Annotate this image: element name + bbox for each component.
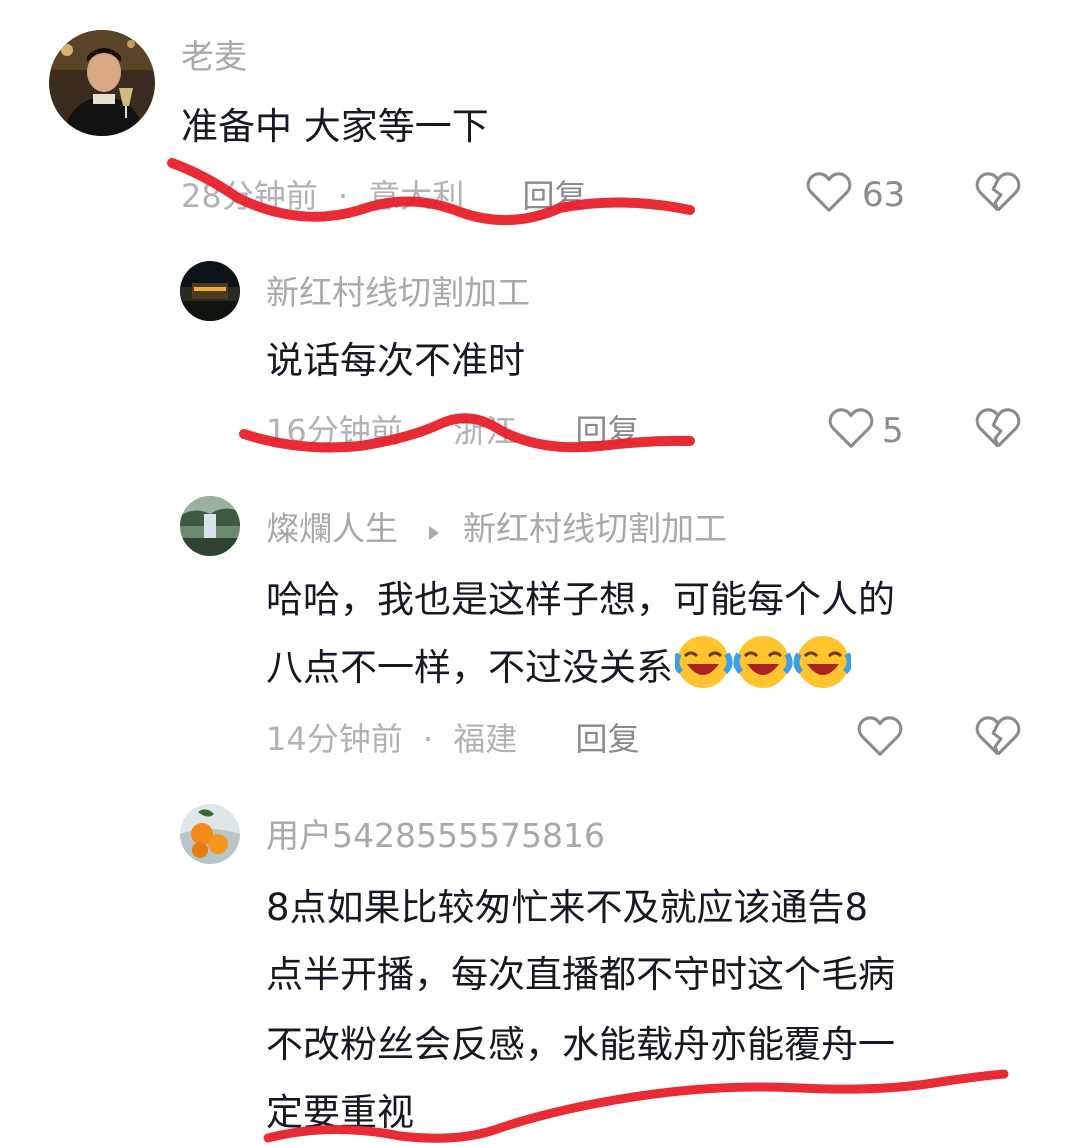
avatar[interactable] — [180, 261, 240, 321]
comment-text: 说话每次不准时 — [266, 339, 525, 382]
comment-text-line: 8点如果比较匆忙来不及就应该通告8 — [266, 886, 869, 929]
comment-text-line: 不改粉丝会反感，水能载舟亦能覆舟一 — [266, 1023, 895, 1066]
broken-heart-icon[interactable] — [975, 715, 1021, 759]
avatar[interactable] — [180, 804, 240, 864]
comment-text-line: 八点不一样，不过没关系 — [266, 634, 853, 711]
avatar[interactable] — [49, 30, 155, 136]
like-count: 5 — [882, 411, 904, 451]
reply-button[interactable]: 回复 — [522, 177, 586, 215]
heart-outline-icon[interactable] — [806, 171, 852, 215]
heart-outline-icon[interactable] — [828, 407, 874, 451]
reply-button[interactable]: 回复 — [575, 720, 639, 758]
laugh-cry-emoji — [673, 634, 853, 711]
like-count: 63 — [862, 175, 906, 215]
broken-heart-icon[interactable] — [975, 407, 1021, 451]
meta-separator: · — [337, 177, 349, 215]
comment-text-line: 点半开播，每次直播都不守时这个毛病 — [266, 953, 895, 996]
comment-author[interactable]: 新红村线切割加工 — [266, 273, 530, 313]
comment-meta: 16分钟前 · 浙江 回复 — [266, 411, 639, 451]
comment-text: 准备中 大家等一下 — [181, 105, 489, 148]
reply-arrow-icon — [427, 511, 441, 551]
comment-meta: 14分钟前 · 福建 回复 — [266, 719, 639, 759]
comment-time: 28分钟前 — [181, 177, 318, 215]
heart-outline-icon[interactable] — [857, 715, 903, 759]
reply-button[interactable]: 回复 — [575, 412, 639, 450]
comment-meta: 28分钟前 · 意大利 回复 — [181, 176, 586, 216]
comment-location: 福建 — [453, 720, 518, 758]
comment-time: 14分钟前 — [266, 720, 403, 758]
comment-location: 浙江 — [453, 412, 518, 450]
comment-text-line: 定要重视 — [266, 1091, 414, 1134]
meta-separator: · — [422, 720, 434, 758]
reply-target[interactable]: 新红村线切割加工 — [463, 509, 727, 548]
comment-text-line-content: 八点不一样，不过没关系 — [266, 646, 673, 689]
comment-author[interactable]: 用户5428555575816 — [266, 816, 605, 856]
comment-author[interactable]: 老麦 — [181, 37, 247, 77]
comment-text-line: 哈哈，我也是这样子想，可能每个人的 — [266, 578, 895, 621]
meta-separator: · — [422, 412, 434, 450]
comment-time: 16分钟前 — [266, 412, 403, 450]
broken-heart-icon[interactable] — [975, 171, 1021, 215]
avatar[interactable] — [180, 496, 240, 556]
comment-author: 燦爛人生 新红村线切割加工 — [266, 509, 727, 551]
comment-author-link[interactable]: 燦爛人生 — [266, 509, 398, 548]
comment-location: 意大利 — [368, 177, 465, 215]
